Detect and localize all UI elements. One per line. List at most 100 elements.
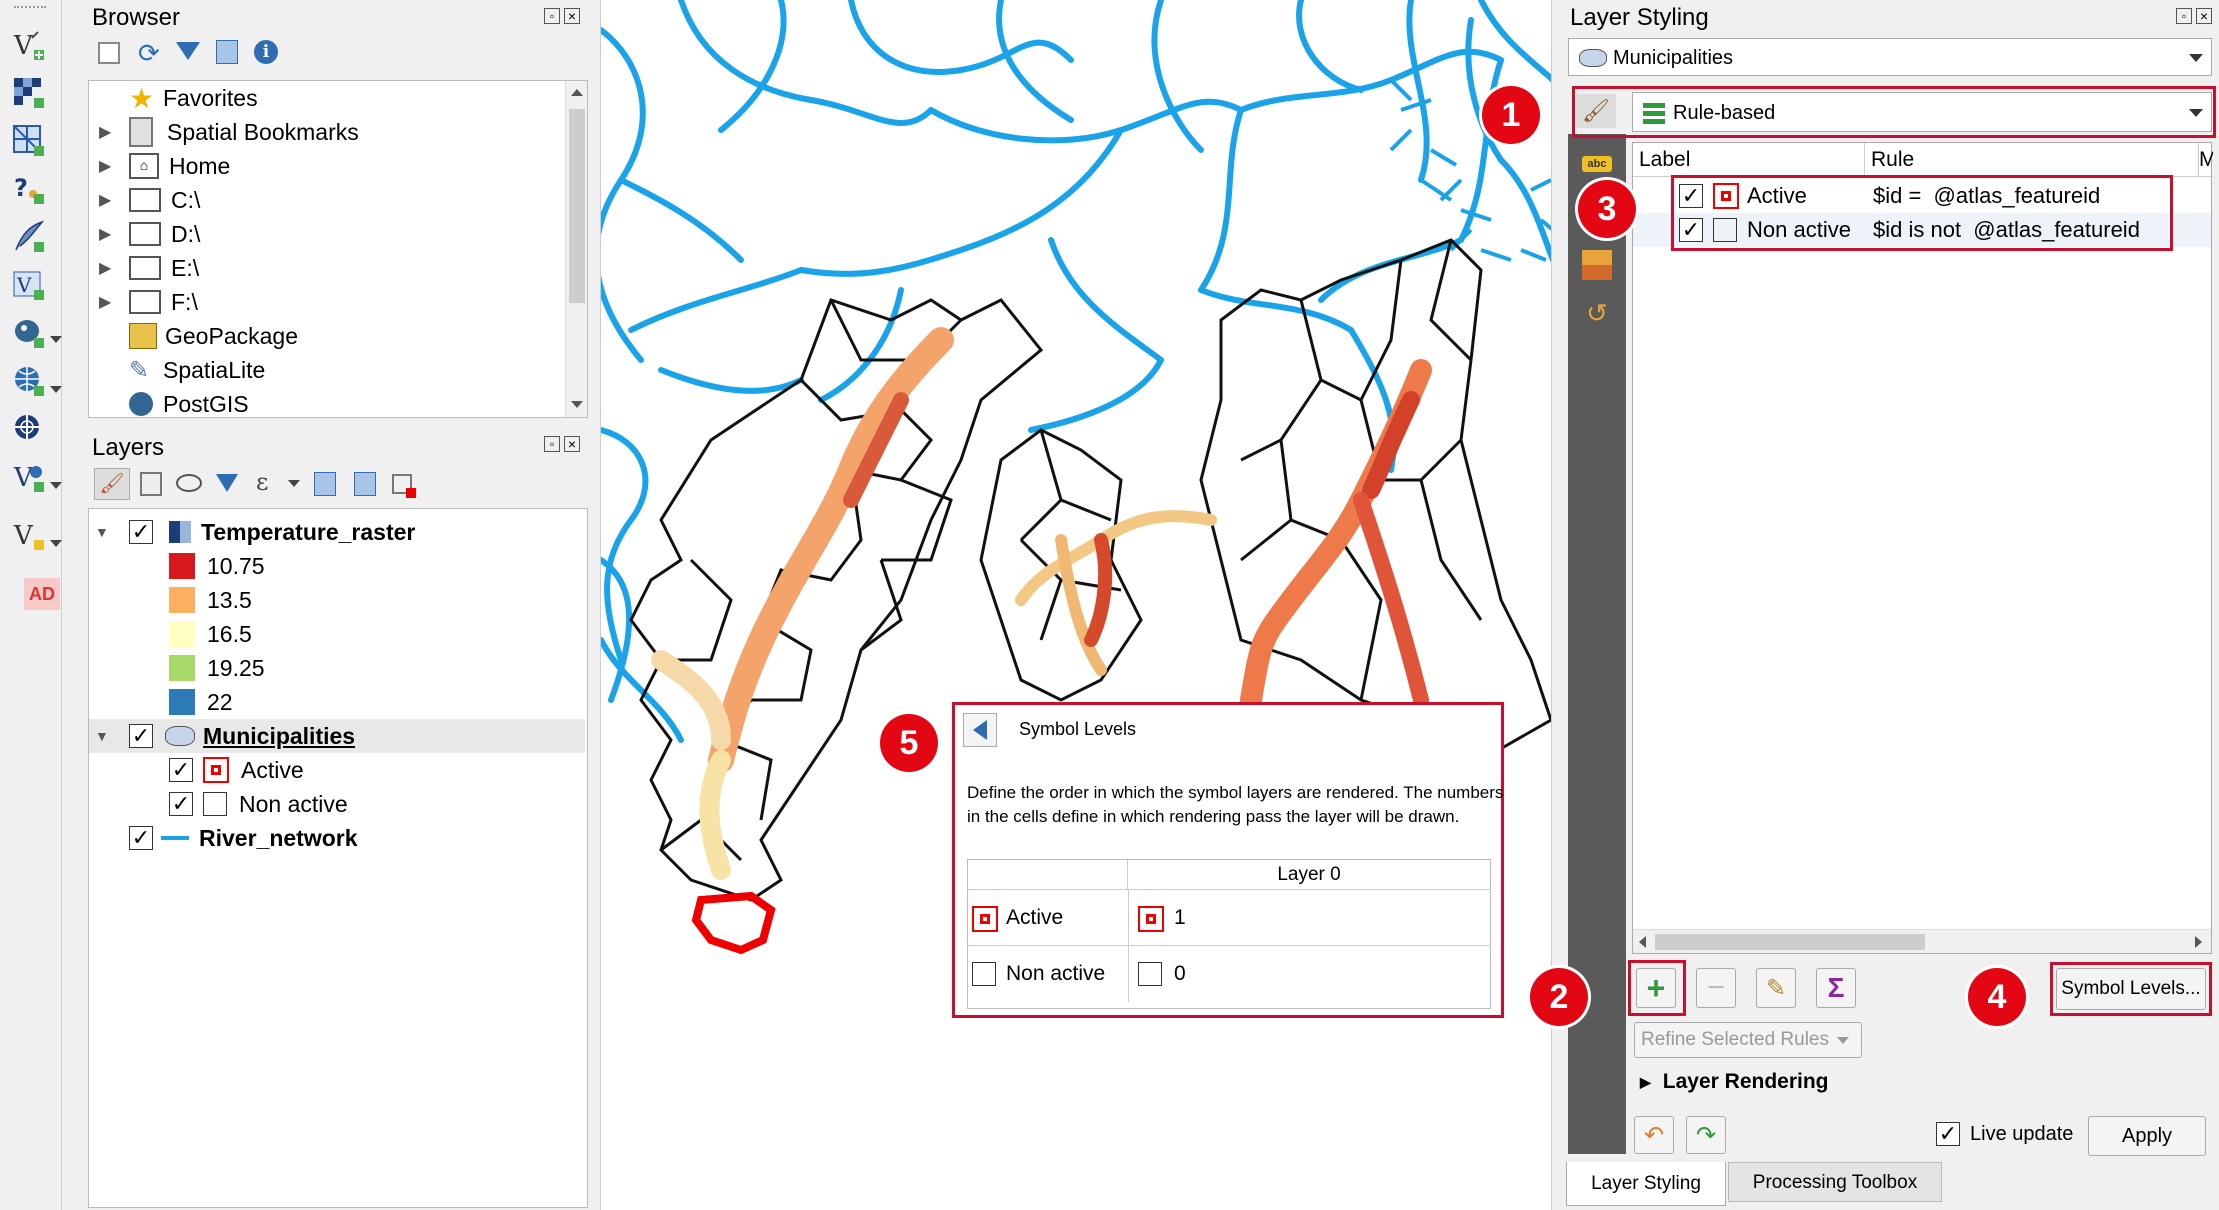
styling-close-icon[interactable]: × [2196,8,2212,24]
browser-item-geopackage[interactable]: GeoPackage [129,319,298,353]
browser-item-c[interactable]: ▶ C:\ [99,183,200,217]
scroll-thumb[interactable] [1655,934,1925,950]
expand-arrow-icon[interactable]: ▶ [99,292,129,312]
rule-checkbox[interactable]: ✓ [169,792,193,816]
layer-municipalities[interactable]: ▼ ✓ Municipalities [95,719,355,753]
live-update-toggle[interactable]: ✓ Live update [1936,1122,2073,1146]
filter-icon[interactable] [176,42,200,60]
add-wcs-icon[interactable]: V [12,460,46,494]
browser-item-postgis[interactable]: PostGIS [129,387,249,417]
render-pass-value[interactable]: 1 [1174,906,1186,930]
live-update-checkbox[interactable]: ✓ [1936,1122,1960,1146]
browser-item-favorites[interactable]: ★ Favorites [129,81,258,115]
collapse-arrow-icon[interactable]: ▼ [95,728,129,744]
add-virtual-layer-icon[interactable]: V [12,268,46,302]
expand-arrow-icon[interactable]: ▶ [99,224,129,244]
layer-temperature[interactable]: ▼ ✓ Temperature_raster [95,515,415,549]
column-header-rule: Rule [1865,143,2199,177]
browser-item-spatialite[interactable]: ✎ SpatiaLite [129,353,265,387]
scroll-right-icon[interactable] [2195,936,2202,948]
browser-item-bookmarks[interactable]: ▶ Spatial Bookmarks [99,115,359,149]
browser-close-icon[interactable]: × [564,8,580,24]
expression-dropdown-icon[interactable] [288,480,300,487]
browser-add-icon[interactable] [98,42,120,64]
add-mesh-layer-icon[interactable] [12,124,46,158]
postgis-dropdown-icon[interactable] [50,336,62,343]
sigma-icon: Σ [1827,972,1845,1003]
layer-rendering-section[interactable]: ▶ Layer Rendering [1640,1070,1829,1094]
add-delimited-text-icon[interactable]: ? [12,172,46,206]
diagram-tab-icon[interactable] [1582,250,1612,280]
collapse-arrow-icon[interactable]: ▼ [95,524,129,540]
tab-layer-styling[interactable]: Layer Styling [1566,1162,1726,1206]
add-group-icon[interactable] [140,472,162,496]
browser-item-f[interactable]: ▶ F:\ [99,285,198,319]
new-vector-layer-icon[interactable]: V [12,28,46,62]
labels-tab-icon[interactable]: abc [1582,156,1612,172]
expression-filter-icon[interactable]: ε [256,468,268,496]
expand-arrow-icon[interactable]: ▶ [99,258,129,278]
wms-dropdown-icon[interactable] [50,386,62,393]
tab-processing-toolbox[interactable]: Processing Toolbox [1728,1162,1942,1202]
add-raster-layer-icon[interactable] [12,76,46,110]
redo-button[interactable]: ↷ [1686,1116,1726,1154]
browser-scrollbar[interactable] [565,81,587,417]
history-tab-icon[interactable]: ↺ [1582,298,1612,328]
apply-button[interactable]: Apply [2088,1116,2206,1156]
expand-arrow-icon[interactable]: ▶ [99,190,129,210]
layer-visibility-checkbox[interactable]: ✓ [129,724,153,748]
map-canvas[interactable] [600,0,1552,1210]
visibility-icon[interactable] [176,474,202,492]
raster-layer-icon [169,521,191,543]
count-features-button[interactable]: Σ [1816,968,1856,1008]
table-row-non-active[interactable]: Non active 0 [968,946,1490,1002]
collapse-all-layers-icon[interactable] [354,472,376,496]
undo-button[interactable]: ↶ [1634,1116,1674,1154]
expand-arrow-icon[interactable]: ▶ [99,122,129,142]
browser-item-home[interactable]: ▶ ⌂ Home [99,149,230,183]
scroll-down-icon[interactable] [571,401,583,408]
edit-rule-button[interactable]: ✎ [1756,968,1796,1008]
rule-active[interactable]: ✓ Active [169,753,304,787]
new-temporary-layer-icon[interactable]: V [12,518,46,552]
collapse-all-icon[interactable] [216,40,238,64]
layer-river-network[interactable]: ✓ River_network [129,821,358,855]
rule-checkbox[interactable]: ✓ [169,758,193,782]
layers-float-icon[interactable]: ▫ [544,436,560,452]
remove-layer-icon[interactable] [392,474,416,498]
scroll-thumb[interactable] [569,109,585,303]
add-wms-icon[interactable] [12,364,46,398]
scroll-up-icon[interactable] [571,89,583,96]
layers-close-icon[interactable]: × [564,436,580,452]
column-header-label: Label [1633,143,1865,177]
refresh-icon[interactable]: ⟳ [138,38,160,69]
add-spatialite-icon[interactable] [12,220,46,254]
ad-icon[interactable]: AD [24,578,60,610]
browser-item-d[interactable]: ▶ D:\ [99,217,200,251]
browser-item-e[interactable]: ▶ E:\ [99,251,199,285]
layer-visibility-checkbox[interactable]: ✓ [129,520,153,544]
refine-rules-button[interactable]: Refine Selected Rules [1634,1022,1862,1058]
render-pass-value[interactable]: 0 [1174,962,1186,986]
expand-all-icon[interactable] [314,472,336,496]
annotation-badge-1: 1 [1482,86,1540,144]
rules-hscrollbar[interactable] [1633,929,2211,953]
filter-legend-icon[interactable] [216,474,238,492]
wcs-dropdown-icon[interactable] [50,482,62,489]
info-icon[interactable]: i [254,40,278,64]
scroll-left-icon[interactable] [1639,936,1646,948]
temporary-dropdown-icon[interactable] [50,540,62,547]
add-wfs-icon[interactable] [12,412,46,446]
layer-select[interactable]: Municipalities [1568,38,2212,76]
open-styling-icon[interactable]: 🖌 [94,468,130,500]
expand-arrow-icon[interactable]: ▶ [99,156,129,176]
add-postgis-icon[interactable] [12,316,46,350]
remove-rule-button[interactable]: − [1696,968,1736,1008]
layer-visibility-checkbox[interactable]: ✓ [129,826,153,850]
table-row-active[interactable]: Active 1 [968,890,1490,946]
rule-non-active[interactable]: ✓ Non active [169,787,348,821]
popup-back-button[interactable] [963,713,997,747]
styling-float-icon[interactable]: ▫ [2176,8,2192,24]
browser-float-icon[interactable]: ▫ [544,8,560,24]
svg-text:?: ? [14,174,28,202]
